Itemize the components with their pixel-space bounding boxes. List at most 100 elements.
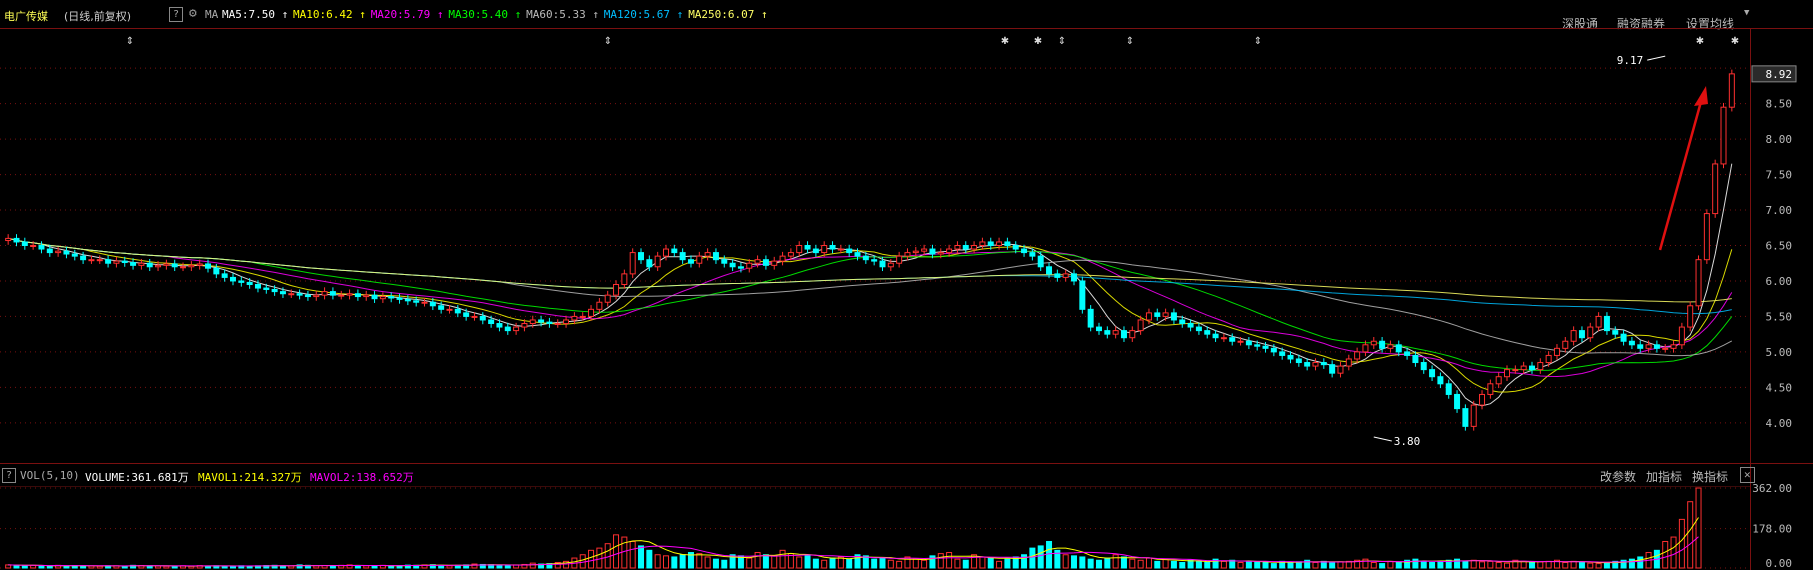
candle <box>38 245 45 250</box>
candle <box>30 245 37 247</box>
price-tick-label: 7.00 <box>1766 204 1793 217</box>
volume-bar <box>588 549 595 569</box>
candle <box>1379 340 1386 349</box>
candle <box>1454 393 1461 410</box>
price-tick-label: 7.50 <box>1766 169 1793 182</box>
candle <box>404 298 411 302</box>
candle <box>1678 326 1685 346</box>
volume-bar <box>1537 561 1544 569</box>
candle <box>313 294 320 298</box>
volume-bar <box>1270 563 1277 569</box>
volume-bar <box>63 565 70 569</box>
volume-bar <box>1387 560 1394 569</box>
candle <box>1071 273 1078 282</box>
candle <box>829 245 836 250</box>
event-marker-icon: ✱ <box>1731 36 1739 47</box>
volume-bar <box>1587 562 1594 569</box>
candle <box>1129 330 1136 339</box>
candle <box>737 266 744 269</box>
swap-indicator-button[interactable]: 换指标 <box>1692 468 1728 485</box>
volume-bar <box>1528 561 1535 569</box>
candle <box>579 315 586 318</box>
candle <box>1295 358 1302 364</box>
volume-bar <box>762 554 769 569</box>
candle <box>1029 252 1036 257</box>
volume-bar <box>1462 560 1469 569</box>
volume-label: VOL(5,10) <box>20 469 80 482</box>
volume-bar <box>1062 554 1069 569</box>
candle <box>904 252 911 257</box>
candle <box>879 260 886 268</box>
change-params-button[interactable]: 改参数 <box>1600 468 1636 485</box>
candle <box>1337 365 1344 374</box>
volume-bar <box>1145 557 1152 569</box>
candle <box>63 250 70 255</box>
candle <box>746 262 753 269</box>
event-marker-icon: ✱ <box>1696 36 1704 47</box>
candle <box>1687 305 1694 328</box>
volume-bar <box>1087 558 1094 569</box>
volume-bar <box>1120 556 1127 569</box>
volume-bar <box>1154 560 1161 569</box>
volume-bar <box>1570 560 1577 569</box>
candle <box>454 308 461 314</box>
candle <box>604 294 611 303</box>
volume-bar <box>1628 558 1635 569</box>
candle <box>55 250 62 254</box>
candle <box>812 248 819 254</box>
red-arrow-line <box>1658 97 1704 251</box>
candle <box>1312 362 1319 367</box>
event-marker-icon: ⇕ <box>1126 36 1134 47</box>
candle <box>1412 354 1419 364</box>
candle <box>138 262 145 266</box>
volume-bar <box>1287 561 1294 569</box>
candle <box>1187 323 1194 328</box>
candle <box>463 312 470 317</box>
candle <box>421 301 428 304</box>
candle <box>871 259 878 262</box>
candle <box>1012 245 1019 250</box>
candle <box>937 252 944 255</box>
candle <box>304 294 311 298</box>
candle <box>1712 163 1719 215</box>
candle <box>754 259 761 264</box>
candle <box>1137 319 1144 332</box>
candle <box>1079 280 1086 310</box>
candle <box>1387 344 1394 349</box>
candle <box>229 276 236 282</box>
volume-bar <box>1179 561 1186 569</box>
candle <box>1520 365 1527 371</box>
red-arrow-head <box>1694 86 1708 106</box>
add-indicator-button[interactable]: 加指标 <box>1646 468 1682 485</box>
volume-bar <box>987 557 994 569</box>
candle <box>479 315 486 321</box>
volume-bar <box>579 554 586 569</box>
candle <box>88 259 95 262</box>
candle <box>1612 330 1619 335</box>
candle <box>787 252 794 257</box>
volume-bar <box>746 557 753 569</box>
volume-help-icon[interactable]: ? <box>2 468 17 483</box>
candle <box>1720 106 1727 165</box>
candle <box>238 280 245 283</box>
volume-bar <box>1037 545 1044 569</box>
candle <box>1670 344 1677 349</box>
candle <box>271 288 278 293</box>
close-icon[interactable]: ✕ <box>1740 467 1755 483</box>
volume-bar <box>1603 561 1610 569</box>
candle <box>163 263 170 266</box>
candle <box>796 245 803 254</box>
volume-bar <box>529 562 536 569</box>
volume-bar <box>1004 558 1011 569</box>
candle <box>921 248 928 252</box>
volume-bar <box>621 536 628 569</box>
volume-bar <box>613 534 620 569</box>
event-marker-icon: ⇕ <box>126 36 134 47</box>
price-tick-label: 6.00 <box>1766 275 1793 288</box>
candle <box>354 293 361 298</box>
candle <box>254 284 261 289</box>
candle <box>1345 358 1352 367</box>
ma-line-20 <box>8 237 1733 378</box>
volume-bar <box>896 560 903 569</box>
volume-bar <box>1495 561 1502 569</box>
